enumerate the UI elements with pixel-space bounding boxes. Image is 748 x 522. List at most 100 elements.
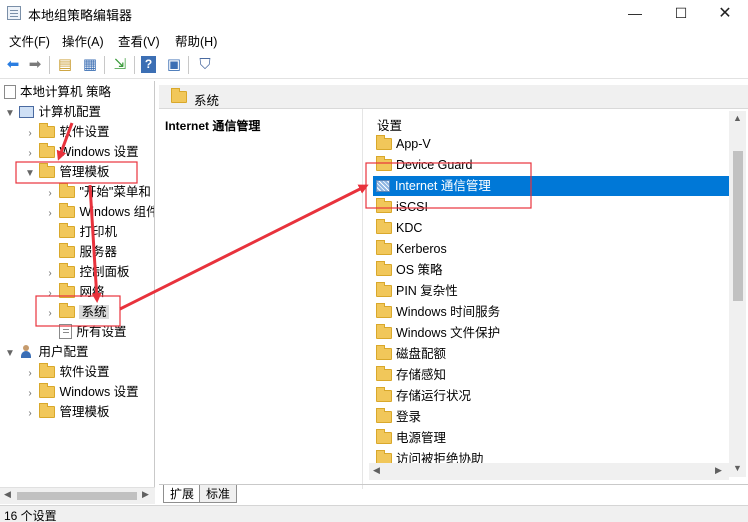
list-item[interactable]: OS 策略: [373, 260, 733, 280]
tree-servers[interactable]: 服务器: [44, 242, 117, 262]
list-item[interactable]: Kerberos: [373, 239, 733, 259]
menu-file[interactable]: 文件(F): [9, 31, 50, 50]
list-item[interactable]: 访问被拒绝协助: [373, 449, 733, 463]
list-item[interactable]: 磁盘配额: [373, 344, 733, 364]
properties-icon[interactable]: ▣: [164, 55, 184, 75]
tree-start-menu[interactable]: › "开始"菜单和: [44, 182, 151, 202]
chevron-right-icon[interactable]: ›: [24, 144, 36, 164]
list-item[interactable]: 电源管理: [373, 428, 733, 448]
tab-extended[interactable]: 扩展: [163, 485, 202, 503]
chevron-right-icon[interactable]: ›: [44, 284, 56, 304]
scroll-down-icon[interactable]: ▼: [733, 463, 742, 473]
chevron-down-icon[interactable]: ▼: [4, 104, 16, 124]
tree-user-config[interactable]: ▼ 用户配置: [4, 342, 89, 362]
settings-vertical-scrollbar[interactable]: ▲ ▼: [729, 111, 746, 477]
scroll-right-icon[interactable]: ▶: [142, 489, 149, 500]
folder-icon: [59, 263, 76, 278]
chevron-right-icon[interactable]: ›: [44, 204, 56, 224]
chevron-right-icon[interactable]: ›: [44, 184, 56, 204]
tree-windows-components[interactable]: › Windows 组件: [44, 202, 154, 224]
tree-software-settings[interactable]: › 软件设置: [24, 122, 110, 142]
chevron-right-icon[interactable]: ›: [44, 304, 56, 324]
app-icon: [7, 6, 21, 20]
folder-icon: [376, 240, 392, 255]
folder-icon: [376, 282, 392, 297]
up-folder-icon[interactable]: ▤: [55, 55, 75, 75]
chevron-right-icon[interactable]: ›: [24, 404, 36, 424]
tree-network[interactable]: › 网络: [44, 282, 105, 302]
show-hide-tree-icon[interactable]: ▦: [80, 55, 100, 75]
menu-bar: 文件(F) 操作(A) 查看(V) 帮助(H): [0, 28, 748, 50]
folder-icon: [39, 123, 56, 138]
tree-printers[interactable]: 打印机: [44, 222, 117, 242]
scroll-left-icon[interactable]: ◀: [4, 489, 11, 500]
list-item[interactable]: 存储感知: [373, 365, 733, 385]
computer-icon: [19, 106, 35, 118]
toolbar: ⬅ ➡ ▤ ▦ ⇲ ? ▣ ⛉: [0, 51, 748, 79]
tree-user-admin-templates[interactable]: › 管理模板: [24, 402, 110, 422]
policy-tree: 本地计算机 策略 ▼ 计算机配置 › 软件设置 › Windows 设置 ▼ 管…: [0, 81, 155, 487]
tree-all-settings[interactable]: 所有设置: [44, 322, 127, 342]
list-item[interactable]: PIN 复杂性: [373, 281, 733, 301]
chevron-right-icon[interactable]: ›: [24, 384, 36, 404]
scroll-left-icon[interactable]: ◀: [373, 465, 380, 476]
export-list-icon[interactable]: ⇲: [110, 55, 130, 75]
scroll-right-icon[interactable]: ▶: [715, 465, 722, 476]
list-item[interactable]: Device Guard: [373, 155, 733, 175]
list-item[interactable]: iSCSI: [373, 197, 733, 217]
folder-icon: [376, 408, 392, 423]
folder-icon: [376, 261, 392, 276]
list-item[interactable]: 存储运行状况: [373, 386, 733, 406]
chevron-down-icon[interactable]: ▼: [24, 164, 36, 184]
column-header-setting[interactable]: 设置: [377, 115, 402, 134]
folder-icon: [376, 366, 392, 381]
scrollbar-thumb[interactable]: [733, 151, 743, 301]
menu-help[interactable]: 帮助(H): [175, 31, 217, 50]
list-item[interactable]: Windows 文件保护: [373, 323, 733, 343]
maximize-button[interactable]: ☐: [658, 0, 704, 27]
list-item[interactable]: App-V: [373, 134, 733, 154]
tree-user-software-settings[interactable]: › 软件设置: [24, 362, 110, 382]
filter-icon[interactable]: ⛉: [195, 55, 215, 75]
list-item-selected[interactable]: Internet 通信管理: [373, 176, 733, 196]
tree-horizontal-scrollbar[interactable]: ◀ ▶: [0, 487, 155, 504]
chevron-down-icon[interactable]: ▼: [4, 344, 16, 364]
tree-user-windows-settings[interactable]: › Windows 设置: [24, 382, 139, 402]
folder-icon: [39, 363, 56, 378]
folder-icon: [376, 198, 392, 213]
scroll-up-icon[interactable]: ▲: [733, 113, 742, 123]
folder-icon: [376, 303, 392, 318]
tree-system[interactable]: › 系统: [44, 302, 109, 322]
list-item[interactable]: Windows 时间服务: [373, 302, 733, 322]
folder-icon: [39, 163, 56, 178]
settings-horizontal-scrollbar[interactable]: ◀ ▶: [369, 463, 729, 480]
list-item[interactable]: 登录: [373, 407, 733, 427]
tree-root[interactable]: 本地计算机 策略: [4, 82, 111, 102]
tree-windows-settings[interactable]: › Windows 设置: [24, 142, 139, 162]
settings-page-icon: [59, 324, 73, 339]
chevron-right-icon[interactable]: ›: [24, 124, 36, 144]
scrollbar-thumb[interactable]: [17, 492, 137, 500]
folder-icon: [376, 219, 392, 234]
minimize-button[interactable]: —: [612, 0, 658, 27]
tree-control-panel[interactable]: › 控制面板: [44, 262, 130, 282]
tab-standard[interactable]: 标准: [199, 485, 238, 503]
menu-action[interactable]: 操作(A): [62, 31, 104, 50]
folder-icon: [59, 243, 76, 258]
tree-computer-config[interactable]: ▼ 计算机配置: [4, 102, 101, 122]
close-button[interactable]: ✕: [702, 0, 748, 27]
folder-icon: [171, 88, 187, 103]
window-title: 本地组策略编辑器: [28, 8, 133, 23]
forward-arrow-icon[interactable]: ➡: [25, 55, 45, 75]
folder-icon: [376, 429, 392, 444]
chevron-right-icon[interactable]: ›: [24, 364, 36, 384]
back-arrow-icon[interactable]: ⬅: [3, 55, 23, 75]
folder-icon: [376, 324, 392, 339]
help-icon[interactable]: ?: [141, 56, 156, 73]
details-header-title: 系统: [194, 94, 220, 108]
list-item[interactable]: KDC: [373, 218, 733, 238]
chevron-right-icon[interactable]: ›: [44, 264, 56, 284]
folder-icon: [59, 223, 76, 238]
menu-view[interactable]: 查看(V): [118, 31, 160, 50]
tree-admin-templates[interactable]: ▼ 管理模板: [24, 162, 110, 182]
